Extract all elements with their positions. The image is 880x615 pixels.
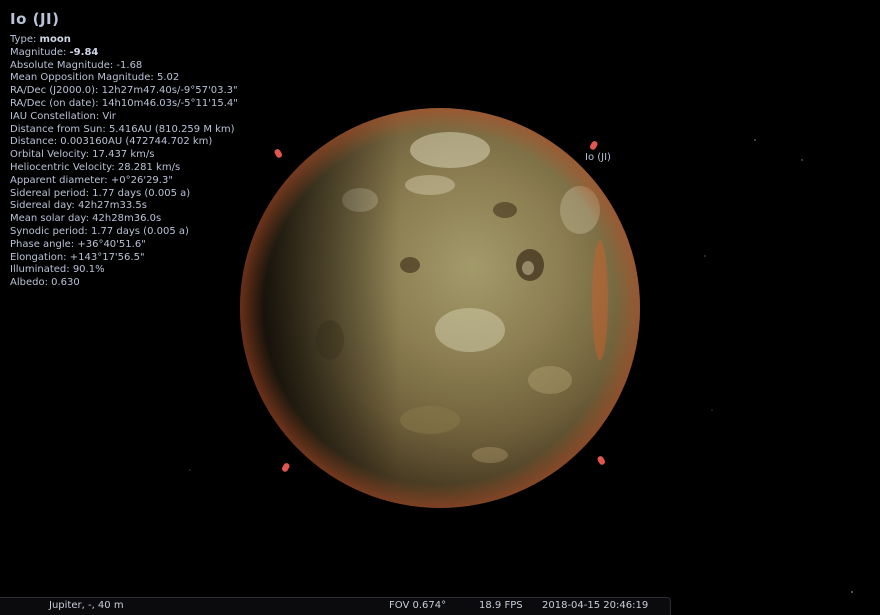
info-row-label: Distance from Sun: <box>10 123 109 135</box>
info-row: Sidereal day: 42h27m33.5s <box>10 200 238 213</box>
info-row-value: +143°17'56.5" <box>69 251 145 263</box>
info-row: RA/Dec (J2000.0): 12h27m47.40s/-9°57'03.… <box>10 85 238 98</box>
info-row-label: Sidereal day: <box>10 200 78 212</box>
info-row-label: Illuminated: <box>10 264 73 276</box>
info-row-value: 17.437 km/s <box>92 149 155 161</box>
status-fps: 18.9 FPS <box>479 600 523 611</box>
info-row-label: Orbital Velocity: <box>10 149 93 161</box>
info-row-label: Albedo: <box>10 277 52 289</box>
info-row-label: Mean Opposition Magnitude: <box>10 72 157 84</box>
info-row: Apparent diameter: +0°26'29.3" <box>10 175 238 188</box>
info-row-value: 0.003160AU (472744.702 km) <box>60 136 213 148</box>
info-row: Synodic period: 1.77 days (0.005 a) <box>10 226 238 239</box>
info-row-value: 5.02 <box>156 72 180 84</box>
info-row-value: 28.281 km/s <box>117 161 181 173</box>
info-row: Magnitude: -9.84 <box>10 47 238 60</box>
info-row: Heliocentric Velocity: 28.281 km/s <box>10 162 238 175</box>
info-row-value: 12h27m47.40s/-9°57'03.3" <box>101 85 238 97</box>
bottom-status-bar[interactable]: Jupiter, -, 40 m FOV 0.674° 18.9 FPS 201… <box>0 597 671 615</box>
status-datetime[interactable]: 2018-04-15 20:46:19 <box>542 600 648 611</box>
info-row-value: 5.416AU (810.259 M km) <box>108 123 235 135</box>
info-row: Distance from Sun: 5.416AU (810.259 M km… <box>10 124 238 137</box>
info-row-value: +36°40'51.6" <box>77 238 146 250</box>
info-row-label: Sidereal period: <box>10 187 93 199</box>
info-row: Sidereal period: 1.77 days (0.005 a) <box>10 188 238 201</box>
info-row: Elongation: +143°17'56.5" <box>10 252 238 265</box>
info-row-label: Elongation: <box>10 251 70 263</box>
info-row-value: moon <box>39 34 71 45</box>
info-row: Absolute Magnitude: -1.68 <box>10 60 238 73</box>
object-info-list: Type: moon Magnitude: -9.84 Absolute Magni… <box>10 34 238 290</box>
object-info-panel: Io (JI) Type: moon Magnitude: -9.84 Absolu… <box>10 10 238 290</box>
selection-marker-top-left <box>274 149 282 158</box>
selection-marker-bottom-right <box>597 456 605 465</box>
info-row-label: Mean solar day: <box>10 213 93 225</box>
info-row-label: Type: <box>10 34 40 45</box>
info-row-label: Magnitude: <box>10 46 70 58</box>
info-row-label: IAU Constellation: <box>10 110 103 122</box>
info-row: Albedo: 0.630 <box>10 277 238 290</box>
info-row-label: RA/Dec (J2000.0): <box>10 85 102 97</box>
info-row: Mean Opposition Magnitude: 5.02 <box>10 72 238 85</box>
info-row: Type: moon <box>10 34 238 47</box>
info-row: Phase angle: +36°40'51.6" <box>10 239 238 252</box>
info-row-label: Apparent diameter: <box>10 174 111 186</box>
info-row-value: -9.84 <box>69 46 99 58</box>
info-row-value: 42h28m36.0s <box>92 213 162 225</box>
info-row: RA/Dec (on date): 14h10m46.03s/-5°11'15.… <box>10 98 238 111</box>
info-row-label: Absolute Magnitude: <box>10 59 117 71</box>
info-row: Mean solar day: 42h28m36.0s <box>10 213 238 226</box>
selection-marker-top-right <box>590 141 598 150</box>
info-row-value: +0°26'29.3" <box>110 174 173 186</box>
info-row-value: 90.1% <box>72 264 105 276</box>
info-row-value: 0.630 <box>51 277 80 289</box>
status-location[interactable]: Jupiter, -, 40 m <box>49 600 124 611</box>
info-row: Distance: 0.003160AU (472744.702 km) <box>10 136 238 149</box>
info-row-value: Vir <box>102 110 116 122</box>
info-row-label: RA/Dec (on date): <box>10 97 102 109</box>
status-fov: FOV 0.674° <box>389 600 447 611</box>
object-label[interactable]: Io (JI) <box>585 152 611 163</box>
io-planet-disk[interactable] <box>240 108 640 508</box>
info-row-label: Heliocentric Velocity: <box>10 161 118 173</box>
info-row-value: 1.77 days (0.005 a) <box>92 187 191 199</box>
info-row-label: Phase angle: <box>10 238 78 250</box>
selection-marker-bottom-left <box>282 463 290 472</box>
info-row: Orbital Velocity: 17.437 km/s <box>10 149 238 162</box>
info-row: Illuminated: 90.1% <box>10 264 238 277</box>
info-row-value: 1.77 days (0.005 a) <box>90 225 189 237</box>
info-row-value: -1.68 <box>116 59 143 71</box>
info-row-value: 42h27m33.5s <box>77 200 147 212</box>
info-row-label: Synodic period: <box>10 225 91 237</box>
info-row-label: Distance: <box>10 136 61 148</box>
info-row-value: 14h10m46.03s/-5°11'15.4" <box>101 97 238 109</box>
info-row: IAU Constellation: Vir <box>10 111 238 124</box>
object-title: Io (JI) <box>10 10 60 28</box>
